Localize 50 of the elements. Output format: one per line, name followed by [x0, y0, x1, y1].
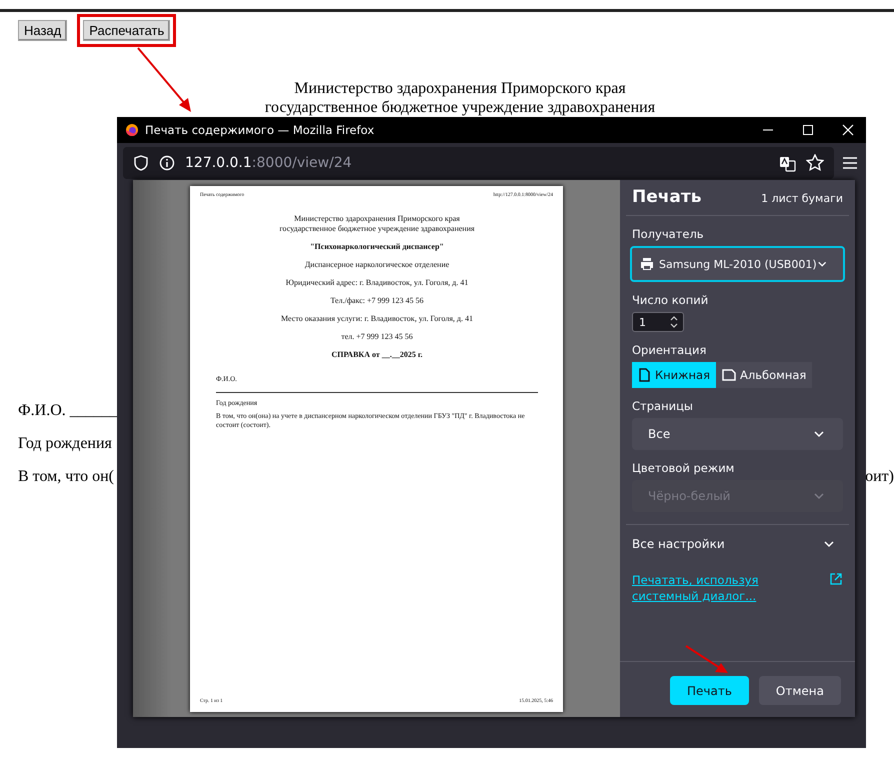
printer-select[interactable]: Samsung ML-2010 (USB001) — [630, 246, 845, 282]
header-line: государственное бюджетное учреждение здравохранения — [264, 98, 656, 117]
header-line: Министерство здарохранения Приморского края — [293, 79, 627, 98]
external-link-icon[interactable] — [829, 572, 843, 586]
shield-icon[interactable] — [133, 155, 149, 171]
field-label: Получатель — [632, 227, 705, 241]
portrait-page-icon — [638, 368, 651, 382]
system-dialog-link[interactable]: Печатать, используя системный диалог... — [632, 572, 812, 604]
field-label: Ориентация — [632, 343, 708, 357]
document-line: Тел./факс: +7 999 123 45 56 — [329, 296, 425, 306]
url-text: 127.0.0.1:8000/view/24 — [185, 155, 353, 171]
arrow — [685, 645, 728, 673]
field-label: Число копий — [632, 293, 710, 307]
field-label: Страницы — [632, 399, 694, 413]
print-button[interactable]: Распечатать — [83, 20, 170, 41]
form-line: оит) — [865, 467, 894, 487]
browser-logo-icon — [125, 123, 139, 137]
info-icon[interactable] — [159, 155, 175, 171]
landscape-page-icon — [722, 368, 736, 382]
copies-field[interactable]: 1 — [632, 312, 684, 332]
document-line: тел. +7 999 123 45 56 — [340, 332, 414, 342]
translate-icon[interactable] — [779, 154, 796, 172]
document-line: Юридический адрес: г. Владивосток, ул. Гоголя, д. 41 — [284, 278, 470, 288]
section-toggle[interactable]: Все настройки — [632, 537, 725, 551]
close-icon[interactable] — [842, 124, 854, 136]
window-title: Печать содержимого — Mozilla Firefox — [145, 123, 376, 137]
document-line: Министерство здарохранения Приморского края — [293, 214, 461, 224]
star-icon[interactable] — [806, 154, 824, 172]
form-line: В том, что он( — [18, 467, 114, 487]
document-line: Место оказания услуги: г. Владивосток, ул. Гоголя, д. 41 — [280, 314, 474, 324]
document-line: государственное бюджетное учреждение здравохранения — [278, 224, 476, 234]
print-button[interactable]: Печать — [670, 676, 749, 705]
orientation-toggle[interactable]: Книжная — [632, 362, 716, 388]
back-button[interactable]: Назад — [18, 20, 68, 41]
menu-icon[interactable] — [842, 155, 858, 171]
field-label: Цветовой режим — [632, 461, 736, 475]
spinner-icon[interactable] — [669, 315, 679, 329]
form-line: Год рождения — [18, 435, 112, 452]
pages-select[interactable]: Все — [632, 418, 843, 450]
maximize-icon[interactable] — [802, 124, 814, 136]
address-bar[interactable]: 127.0.0.1:8000/view/24 — [123, 147, 834, 179]
printer-icon — [640, 257, 654, 271]
dialog-title: Печать — [632, 187, 702, 207]
document-line: Диспансерное наркологическое отделение — [304, 260, 450, 270]
document-line: СПРАВКА от __.__2025 г. — [330, 350, 424, 360]
cancel-button[interactable]: Отмена — [758, 676, 841, 705]
sheet-count: 1 лист бумаги — [761, 192, 843, 205]
form-line: Ф.И.О. ______ — [18, 402, 118, 419]
orientation-toggle[interactable]: Альбомная — [716, 362, 812, 388]
document-line: "Психонаркологический диспансер" — [309, 242, 445, 252]
